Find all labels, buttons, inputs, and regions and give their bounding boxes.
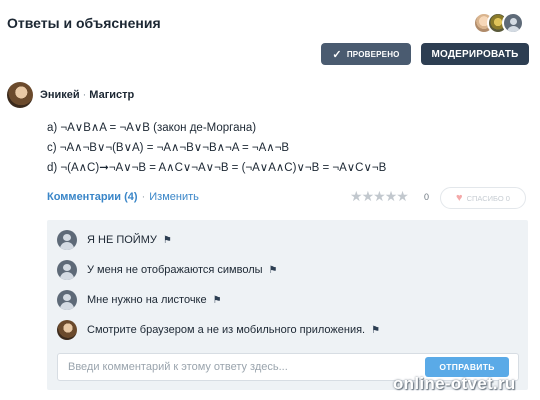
flag-icon[interactable]: ⚑ xyxy=(269,265,278,276)
answer-body: a) ¬A∨B∧A = ¬A∨B (закон де-Моргана) c) ¬… xyxy=(47,118,386,178)
comment-item: У меня не отображаются символы ⚑ xyxy=(57,259,278,281)
answer-line: c) ¬A∧¬B∨¬(B∨A) = ¬A∧¬B∨¬B∧¬A = ¬A∧¬B xyxy=(47,142,290,154)
comment-item: Мне нужно на листочке ⚑ xyxy=(57,289,222,311)
separator-dot: · xyxy=(82,89,87,101)
checked-button[interactable]: ✓ ПРОВЕРЕНО xyxy=(321,43,411,65)
commenter-avatar[interactable] xyxy=(57,260,77,280)
author-avatar[interactable] xyxy=(7,82,33,108)
commenter-avatar[interactable] xyxy=(57,320,77,340)
comments-panel: Я НЕ ПОЙМУ ⚑ У меня не отображаются симв… xyxy=(47,220,528,390)
heart-icon: ♥ xyxy=(456,192,463,204)
author-name[interactable]: Эникей xyxy=(40,89,80,101)
answer-links: Комментарии (4) · Изменить xyxy=(47,191,199,203)
answer-line: d) ¬(A∧C)➞¬A∨¬B = A∧C∨¬A∨¬B = (¬A∨A∧C)∨¬… xyxy=(47,162,387,174)
rating-stars[interactable]: ★★★★★ xyxy=(350,188,409,205)
check-icon: ✓ xyxy=(332,48,342,61)
commenter-avatar[interactable] xyxy=(57,290,77,310)
star-icon[interactable]: ★ xyxy=(362,188,375,204)
comment-item: Смотрите браузером а не из мобильного пр… xyxy=(57,319,380,341)
flag-icon[interactable]: ⚑ xyxy=(371,325,380,336)
participant-avatar[interactable] xyxy=(502,12,524,34)
comments-link[interactable]: Комментарии (4) xyxy=(47,191,138,203)
comment-text: Мне нужно на листочке xyxy=(87,294,207,306)
moderate-button[interactable]: МОДЕРИРОВАТЬ xyxy=(421,43,529,65)
comment-text: Я НЕ ПОЙМУ xyxy=(87,234,157,246)
separator-dot: · xyxy=(141,191,146,203)
commenter-avatar[interactable] xyxy=(57,230,77,250)
author-rank: Магистр xyxy=(89,89,135,101)
participants-avatars xyxy=(473,12,527,36)
comment-item: Я НЕ ПОЙМУ ⚑ xyxy=(57,229,172,251)
flag-icon[interactable]: ⚑ xyxy=(213,295,222,306)
rating-count: 0 xyxy=(424,192,430,202)
star-icon[interactable]: ★ xyxy=(350,188,363,204)
comment-text: Смотрите браузером а не из мобильного пр… xyxy=(87,324,366,336)
flag-icon[interactable]: ⚑ xyxy=(163,235,172,246)
edit-link[interactable]: Изменить xyxy=(149,191,199,203)
watermark: online-otvet.ru xyxy=(393,374,516,393)
author-info: Эникей · Магистр xyxy=(40,89,134,101)
star-icon[interactable]: ★ xyxy=(396,188,409,204)
comment-text: У меня не отображаются символы xyxy=(87,264,263,276)
section-title: Ответы и объяснения xyxy=(7,15,161,31)
thanks-button[interactable]: ♥ СПАСИБО 0 xyxy=(440,187,526,209)
star-icon[interactable]: ★ xyxy=(385,188,398,204)
thanks-label: СПАСИБО 0 xyxy=(466,193,510,203)
star-icon[interactable]: ★ xyxy=(373,188,386,204)
answer-line: a) ¬A∨B∧A = ¬A∨B (закон де-Моргана) xyxy=(47,122,257,134)
checked-label: ПРОВЕРЕНО xyxy=(346,49,400,59)
